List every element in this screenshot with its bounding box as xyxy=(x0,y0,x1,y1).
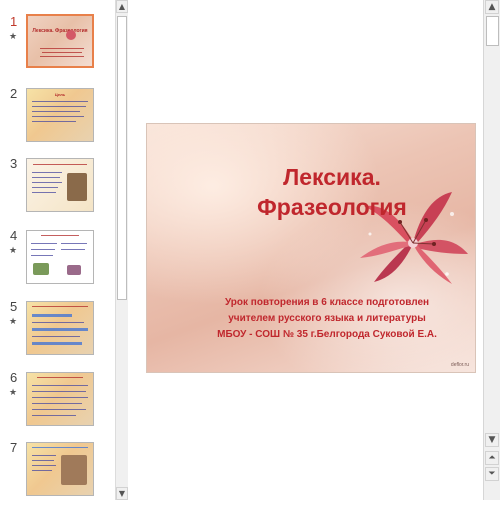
thumbnail-slide-7[interactable]: 7 xyxy=(0,440,115,506)
thumbnail-slide-1[interactable]: 1 ★ Лексика. Фразеология xyxy=(0,14,115,80)
star-icon: ★ xyxy=(9,31,18,41)
thumbnail-slide-2[interactable]: 2 Цель xyxy=(0,86,115,152)
scrollbar-thumb[interactable] xyxy=(486,16,499,46)
thumbnail-slide-6[interactable]: 6 ★ xyxy=(0,370,115,436)
slide-number: 2 xyxy=(10,86,18,101)
thumbnail-slide-4[interactable]: 4 ★ xyxy=(0,228,115,294)
slide-title-line-2: Фразеология xyxy=(257,194,407,220)
slide-watermark: deflor.ru xyxy=(450,362,469,368)
slide-number: 6 xyxy=(10,370,18,385)
thumbnail-scrollbar[interactable]: ▲ ▼ xyxy=(115,0,128,500)
slide-number: 3 xyxy=(10,156,18,171)
slide-editing-area: Лексика. Фразеология Урок повторения в 6… xyxy=(129,0,483,500)
thumbnail-image[interactable]: Цель xyxy=(26,88,94,142)
slide-subtitle[interactable]: Урок повторения в 6 классе подготовлен у… xyxy=(187,295,467,343)
star-icon: ★ xyxy=(9,245,18,255)
thumbnail-image[interactable] xyxy=(26,158,94,212)
star-icon: ★ xyxy=(9,387,18,397)
scrollbar-thumb[interactable] xyxy=(117,16,127,300)
thumbnail-image[interactable] xyxy=(26,372,94,426)
scroll-down-button[interactable]: ▼ xyxy=(485,433,499,447)
slide-number: 4 xyxy=(10,228,18,243)
star-icon: ★ xyxy=(9,316,18,326)
thumbnail-image[interactable]: Лексика. Фразеология xyxy=(26,14,94,68)
thumbnail-title: Цель xyxy=(54,92,66,97)
slide-title[interactable]: Лексика. Фразеология xyxy=(217,162,447,222)
thumbnail-image[interactable] xyxy=(26,442,94,496)
previous-slide-button[interactable]: ⏶ xyxy=(485,451,499,465)
slide-title-line-1: Лексика. xyxy=(283,164,381,190)
slide-number: 7 xyxy=(10,440,18,455)
slide-number: 5 xyxy=(10,299,18,314)
current-slide[interactable]: Лексика. Фразеология Урок повторения в 6… xyxy=(146,123,476,373)
slide-subtitle-line-1: Урок повторения в 6 классе подготовлен xyxy=(224,297,430,308)
thumbnail-slide-3[interactable]: 3 xyxy=(0,156,115,222)
scroll-up-button[interactable]: ▲ xyxy=(485,0,499,14)
thumbnail-image[interactable] xyxy=(26,230,94,284)
thumbnail-image[interactable] xyxy=(26,301,94,355)
main-scrollbar[interactable]: ▲ ▼ ⏶ ⏷ xyxy=(483,0,500,500)
thumbnail-title: Лексика. Фразеология xyxy=(32,28,88,34)
slide-number: 1 xyxy=(10,14,18,29)
slide-subtitle-line-3: МБОУ - СОШ № 35 г.Белгорода Суковой Е.А. xyxy=(217,329,437,340)
scroll-up-button[interactable]: ▲ xyxy=(116,0,128,13)
scroll-down-button[interactable]: ▼ xyxy=(116,487,128,500)
slide-subtitle-line-2: учителем русского языка и литературы xyxy=(228,313,426,324)
thumbnail-slide-5[interactable]: 5 ★ xyxy=(0,299,115,365)
next-slide-button[interactable]: ⏷ xyxy=(485,467,499,481)
slide-thumbnail-pane: 1 ★ Лексика. Фразеология 2 Цель 3 4 ★ 5 … xyxy=(0,0,128,500)
